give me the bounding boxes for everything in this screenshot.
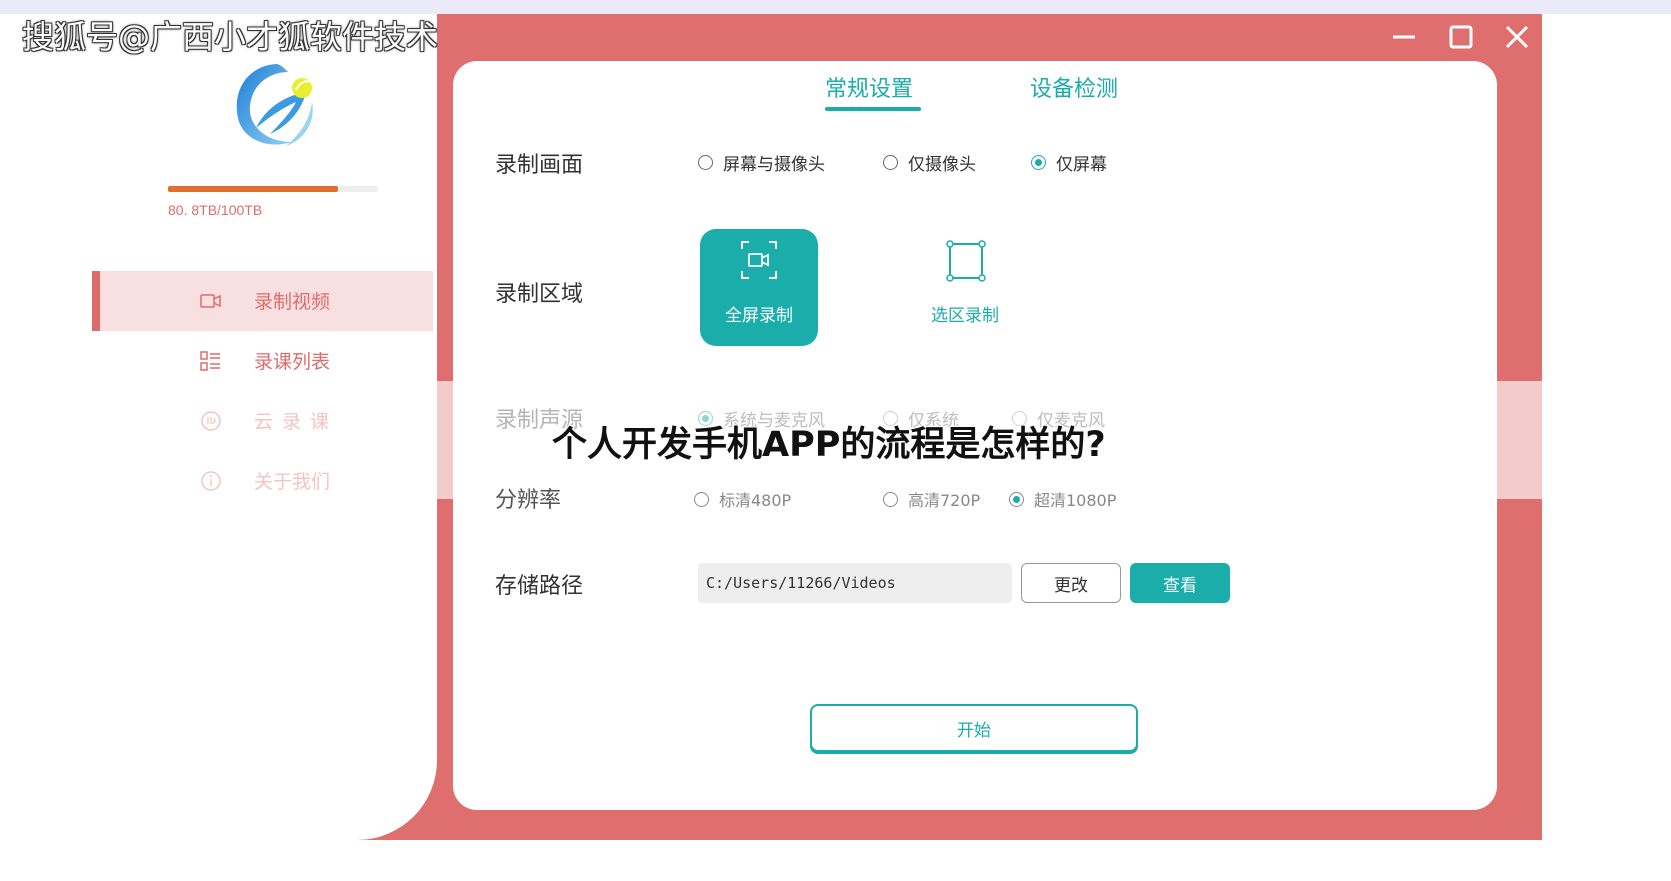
record-area-label: 录制区域 [495,282,584,307]
fullscreen-record-label: 全屏录制 [725,306,793,326]
close-icon[interactable] [1502,22,1532,52]
radio-dot [883,491,898,507]
maximize-icon[interactable] [1446,22,1476,52]
sidebar-item-label: 录课列表 [254,351,331,373]
radio-label: 标清480P [719,491,792,510]
fullscreen-camera-icon [741,241,777,279]
region-record-label: 选区录制 [931,306,999,326]
app-logo [236,64,313,146]
sidebar-item-label: 录制视频 [254,291,331,313]
radio-camera-only[interactable]: 仅摄像头 [883,150,976,175]
active-tab-indicator [825,107,921,111]
watermark: 搜狐号@广西小才狐软件技术 [22,18,439,56]
record-screen-label: 录制画面 [495,153,584,178]
sidebar-item-label: 云录课 [254,411,339,433]
radio-label: 高清720P [908,491,981,510]
storage-progress-bar [168,186,378,192]
list-icon [200,351,220,371]
info-icon [201,471,221,491]
radio-dot [1031,155,1046,170]
radio-480p[interactable]: 标清480P [694,487,791,511]
video-camera-icon [200,294,221,308]
sidebar-item-course-list[interactable]: 录课列表 [92,331,433,391]
radio-label: 超清1080P [1034,491,1117,510]
screen: 搜狐号@广西小才狐软件技术 80. 8TB/100TB 录制视频 录课列表 云录… [0,0,1671,881]
radio-dot [1009,491,1024,507]
radio-1080p[interactable]: 超清1080P [1009,487,1116,511]
resolution-label: 分辨率 [495,488,562,513]
region-record-button[interactable]: 选区录制 [920,229,1010,346]
radio-screen-only[interactable]: 仅屏幕 [1031,150,1107,175]
fullscreen-record-button[interactable]: 全屏录制 [700,229,818,346]
overlay-title: 个人开发手机APP的流程是怎样的? [552,425,1106,465]
sidebar-item-cloud-course[interactable]: 云录课 [92,391,433,451]
radio-720p[interactable]: 高清720P [883,487,980,511]
cloud-icon [201,411,221,431]
radio-dot [694,491,709,507]
radio-dot [698,155,713,170]
start-button[interactable]: 开始 [810,704,1138,752]
storage-path-input[interactable] [698,563,1012,603]
sidebar-item-record-video[interactable]: 录制视频 [92,271,433,331]
radio-dot [883,155,898,170]
sidebar-item-about[interactable]: 关于我们 [92,451,433,511]
radio-label: 屏幕与摄像头 [723,155,825,175]
radio-label: 仅屏幕 [1056,155,1107,175]
radio-screen-and-camera[interactable]: 屏幕与摄像头 [698,150,825,175]
region-select-icon [946,240,986,282]
storage-path-label: 存储路径 [495,574,584,599]
view-path-button[interactable]: 查看 [1130,563,1230,603]
change-path-button[interactable]: 更改 [1021,563,1121,603]
tab-device-check[interactable]: 设备检测 [1030,71,1118,103]
tab-general-settings[interactable]: 常规设置 [825,71,913,103]
storage-text: 80. 8TB/100TB [168,202,263,218]
minimize-icon[interactable] [1389,22,1419,52]
radio-label: 仅摄像头 [908,155,976,175]
storage-progress-fill [168,186,338,192]
sidebar-item-label: 关于我们 [254,471,331,493]
